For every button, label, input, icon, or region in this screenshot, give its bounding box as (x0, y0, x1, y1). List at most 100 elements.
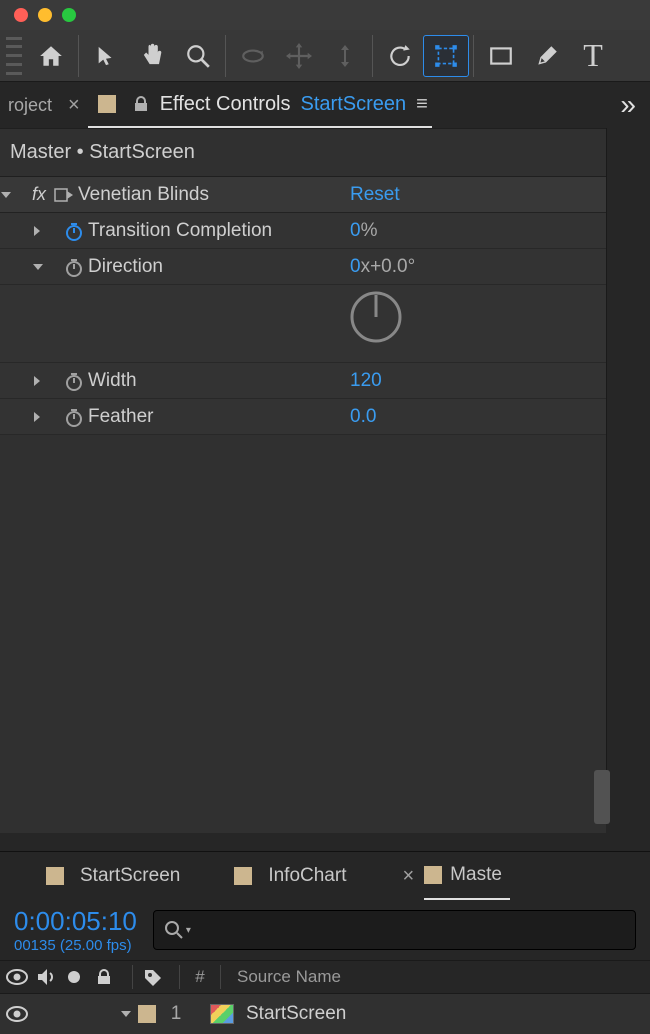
close-window-icon[interactable] (14, 8, 28, 22)
rotate-icon (386, 43, 414, 69)
current-timecode[interactable]: 0:00:05:10 (14, 906, 137, 937)
shape-tool[interactable] (478, 35, 524, 77)
tab-master: Maste (442, 864, 510, 886)
tab-effect-controls-active[interactable]: Effect Controls StartScreen ≡ (88, 82, 432, 128)
layer-label-swatch[interactable] (138, 1005, 156, 1023)
home-icon (37, 43, 65, 69)
pan-tool[interactable] (276, 35, 322, 77)
timeline-tabs: StartScreen InfoChart × Maste (0, 852, 650, 900)
tab-project[interactable]: roject (0, 95, 60, 116)
prop-completion-label: Transition Completion (88, 220, 272, 242)
lock-icon[interactable] (132, 95, 150, 113)
magnifier-icon (185, 43, 211, 69)
tab-master-active[interactable]: Maste (424, 852, 510, 900)
prop-row-feather[interactable]: Feather 0.0 (0, 399, 606, 435)
index-column-header[interactable]: # (190, 967, 210, 987)
side-panel-strip (606, 128, 650, 818)
dropdown-caret-icon: ▾ (186, 925, 191, 936)
stopwatch-icon[interactable] (64, 371, 84, 391)
toolbar-separator (372, 35, 373, 77)
twirl-right-icon[interactable] (32, 375, 60, 387)
prop-width-label: Width (88, 370, 137, 392)
source-name-column-header[interactable]: Source Name (231, 967, 341, 987)
effect-controls-panel: fx Venetian Blinds Reset Transition Comp… (0, 177, 606, 435)
dolly-tool[interactable] (322, 35, 368, 77)
effect-reset-button[interactable]: Reset (350, 184, 400, 206)
timecode-row: 0:00:05:10 00135 (25.00 fps) ▾ (0, 900, 650, 960)
rotate-tool[interactable] (377, 35, 423, 77)
home-button[interactable] (28, 35, 74, 77)
layer-visibility-toggle[interactable] (6, 1005, 32, 1023)
toolbar-separator (225, 35, 226, 77)
timeline-columns-header: # Source Name (0, 960, 650, 994)
tab-infochart[interactable]: InfoChart (260, 865, 354, 887)
tab-project-close[interactable]: × (60, 94, 88, 117)
selection-tool[interactable] (83, 35, 129, 77)
effect-header-row[interactable]: fx Venetian Blinds Reset (0, 177, 606, 213)
composition-swatch-icon (424, 866, 442, 884)
prop-direction-value[interactable]: 0 (350, 256, 361, 277)
lock-column-icon[interactable] (96, 968, 122, 986)
prop-row-direction[interactable]: Direction 0x+0.0° (0, 249, 606, 285)
prop-completion-value[interactable]: 0 (350, 220, 361, 241)
orbit-icon (238, 43, 268, 69)
composite-icon[interactable] (54, 186, 74, 204)
move-icon (286, 43, 312, 69)
angle-dial[interactable] (348, 289, 404, 345)
video-column-icon[interactable] (6, 968, 32, 986)
prop-feather-label: Feather (88, 406, 153, 428)
window-titlebar (0, 0, 650, 30)
text-tool[interactable]: T (570, 35, 616, 77)
label-column-icon[interactable] (143, 968, 169, 986)
scrollbar-thumb[interactable] (594, 770, 610, 824)
prop-completion-unit: % (361, 220, 378, 241)
master-breadcrumb: Master • StartScreen (0, 128, 650, 177)
zoom-tool[interactable] (175, 35, 221, 77)
timeline-search-input[interactable]: ▾ (153, 910, 636, 950)
orbit-tool[interactable] (230, 35, 276, 77)
layer-thumbnail-icon (210, 1004, 234, 1024)
toolbar-separator (78, 35, 79, 77)
magnifier-icon (164, 920, 184, 940)
rectangle-icon (488, 43, 514, 69)
fx-icon[interactable]: fx (32, 184, 46, 205)
anchor-tool[interactable] (423, 35, 469, 77)
twirl-right-icon[interactable] (120, 1008, 132, 1020)
solo-column-icon[interactable] (66, 969, 92, 985)
stopwatch-icon[interactable] (64, 257, 84, 277)
composition-swatch-icon (46, 867, 64, 885)
twirl-right-icon[interactable] (32, 411, 60, 423)
layer-row[interactable]: 1 StartScreen (0, 994, 650, 1034)
hand-icon (138, 42, 166, 70)
toolbar-separator (473, 35, 474, 77)
panel-overflow-button[interactable]: » (606, 89, 650, 121)
layer-name[interactable]: StartScreen (240, 1003, 346, 1025)
stopwatch-icon-active[interactable] (64, 221, 84, 241)
prop-row-completion[interactable]: Transition Completion 0% (0, 213, 606, 249)
tab-layer-link[interactable]: StartScreen (301, 93, 407, 116)
twirl-right-icon[interactable] (32, 225, 60, 237)
pen-tool[interactable] (524, 35, 570, 77)
tab-close-icon[interactable]: × (400, 865, 416, 888)
current-frame-info[interactable]: 00135 (25.00 fps) (14, 937, 137, 954)
prop-width-value[interactable]: 120 (350, 370, 382, 392)
audio-column-icon[interactable] (36, 968, 62, 986)
twirl-down-icon[interactable] (0, 189, 28, 201)
stopwatch-icon[interactable] (64, 407, 84, 427)
minimize-window-icon[interactable] (38, 8, 52, 22)
hand-tool[interactable] (129, 35, 175, 77)
prop-row-width[interactable]: Width 120 (0, 363, 606, 399)
anchor-icon (432, 43, 460, 69)
prop-direction-label: Direction (88, 256, 163, 278)
panel-empty-area (0, 435, 606, 833)
layer-index: 1 (162, 1003, 190, 1025)
tab-startscreen[interactable]: StartScreen (72, 865, 188, 887)
twirl-down-icon[interactable] (32, 261, 60, 273)
pen-icon (534, 42, 560, 70)
composition-swatch-icon (98, 95, 116, 113)
prop-feather-value[interactable]: 0.0 (350, 406, 376, 428)
maximize-window-icon[interactable] (62, 8, 76, 22)
prop-direction-dial-row (0, 285, 606, 363)
updown-icon (333, 43, 357, 69)
panel-menu-icon[interactable]: ≡ (416, 93, 428, 116)
